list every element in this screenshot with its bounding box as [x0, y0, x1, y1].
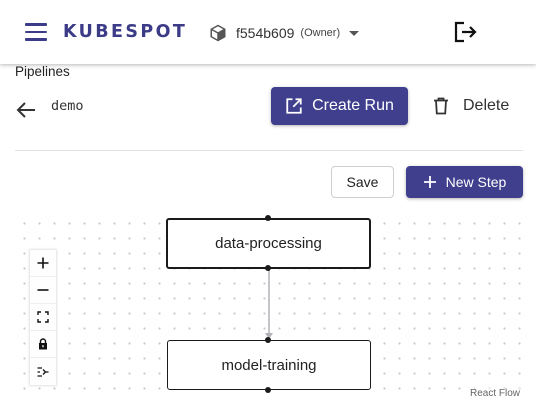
brand-logo: KUBESPOT	[63, 22, 188, 42]
pipeline-name: demo	[51, 98, 84, 114]
node-handle-top[interactable]	[265, 215, 271, 221]
chevron-down-icon	[349, 30, 360, 36]
node-handle-top[interactable]	[265, 337, 271, 343]
save-button[interactable]: Save	[331, 166, 394, 198]
node-label: data-processing	[215, 235, 322, 252]
org-role: (Owner)	[300, 27, 341, 39]
plus-icon	[423, 176, 436, 188]
new-step-button[interactable]: New Step	[406, 166, 523, 198]
flow-controls	[30, 250, 56, 385]
flow-canvas[interactable]: data-processing model-training React Flo…	[15, 210, 523, 402]
create-run-label: Create Run	[312, 97, 394, 114]
app-bar: KUBESPOT f554b609 (Owner)	[0, 0, 536, 64]
trash-icon	[434, 97, 448, 115]
delete-label: Delete	[463, 97, 510, 114]
zoom-in-button[interactable]	[30, 250, 56, 277]
node-handle-bottom[interactable]	[265, 265, 271, 271]
node-label: model-training	[221, 356, 317, 374]
react-flow-attribution[interactable]: React Flow	[469, 388, 520, 399]
node-handle-bottom[interactable]	[265, 387, 271, 393]
logout-icon[interactable]	[454, 21, 478, 43]
lock-icon	[39, 338, 47, 350]
lock-button[interactable]	[30, 331, 56, 358]
cube-icon	[210, 24, 226, 42]
org-selector[interactable]: f554b609 (Owner)	[209, 21, 360, 45]
org-name: f554b609	[236, 25, 295, 41]
external-link-icon	[286, 98, 302, 114]
back-arrow-icon[interactable]	[14, 98, 38, 122]
new-step-label: New Step	[445, 174, 507, 190]
flow-node-model-training[interactable]: model-training	[167, 340, 371, 390]
layout-button[interactable]	[30, 358, 56, 385]
minus-icon	[37, 289, 49, 291]
zoom-out-button[interactable]	[30, 277, 56, 304]
menu-icon[interactable]	[22, 20, 52, 44]
create-run-button[interactable]: Create Run	[271, 87, 408, 125]
flow-node-data-processing[interactable]: data-processing	[166, 218, 371, 269]
fit-view-button[interactable]	[30, 304, 56, 331]
divider	[15, 150, 523, 151]
plus-icon	[37, 257, 49, 269]
layout-icon	[37, 366, 49, 377]
fit-view-icon	[37, 311, 49, 323]
delete-button[interactable]: Delete	[433, 92, 509, 120]
breadcrumb[interactable]: Pipelines	[15, 64, 70, 79]
